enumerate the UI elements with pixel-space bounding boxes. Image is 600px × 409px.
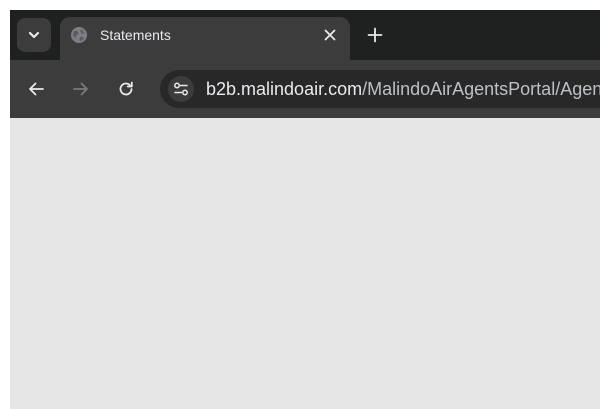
url-path: /MalindoAirAgentsPortal/Agent [362,79,600,99]
tune-icon [174,82,188,96]
close-icon [324,29,336,41]
tab-close-button[interactable] [319,24,341,46]
site-info-button[interactable] [168,76,194,102]
back-button[interactable] [22,75,50,103]
tab-search-button[interactable] [17,18,51,52]
new-tab-button[interactable] [362,22,388,48]
reload-icon [119,81,133,96]
url-host: b2b.malindoair.com [206,79,363,99]
globe-icon [71,27,87,43]
address-bar[interactable]: b2b.malindoair.com/MalindoAirAgentsPorta… [160,70,600,108]
browser-window: Statements b2b.malindoair.com/MalindoAir… [10,10,600,409]
chevron-down-icon [28,31,40,39]
tab-statements[interactable]: Statements [60,17,350,60]
arrow-right-icon [73,82,88,96]
browser-toolbar: b2b.malindoair.com/MalindoAirAgentsPorta… [10,60,600,118]
url-text[interactable]: b2b.malindoair.com/MalindoAirAgentsPorta… [206,79,600,99]
arrow-left-icon [29,82,44,96]
reload-button[interactable] [112,75,140,103]
tab-strip: Statements [10,10,600,60]
plus-icon [367,27,383,43]
page-content [10,118,600,409]
forward-button[interactable] [67,75,95,103]
tab-title: Statements [100,27,171,43]
